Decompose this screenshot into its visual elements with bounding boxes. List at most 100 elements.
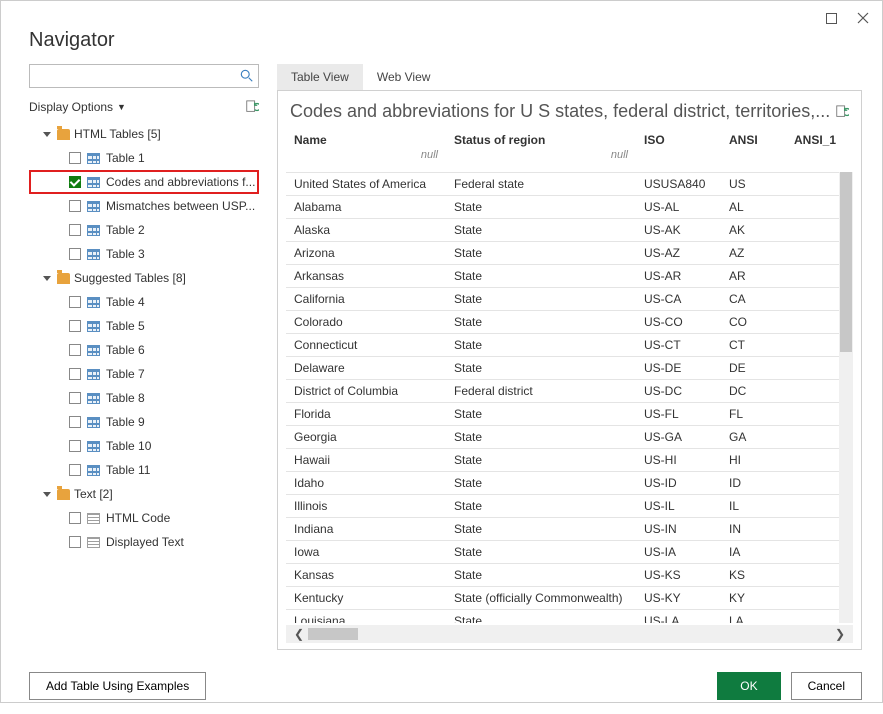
table-row[interactable]: ColoradoStateUS-COCO: [286, 310, 846, 333]
table-row[interactable]: ArkansasStateUS-ARAR: [286, 264, 846, 287]
table-cell: CT: [721, 333, 786, 356]
horizontal-scrollbar[interactable]: ❮ ❯: [286, 625, 853, 643]
tree-item[interactable]: Table 10: [29, 434, 259, 458]
tree-item[interactable]: Displayed Text: [29, 530, 259, 554]
checkbox[interactable]: [69, 440, 81, 452]
table-row[interactable]: KentuckyState (officially Commonwealth)U…: [286, 586, 846, 609]
checkbox[interactable]: [69, 248, 81, 260]
search-input[interactable]: [34, 66, 240, 86]
table-row[interactable]: GeorgiaStateUS-GAGA: [286, 425, 846, 448]
table-cell: [786, 586, 846, 609]
tab[interactable]: Web View: [363, 64, 445, 90]
column-header[interactable]: ANSI_1: [786, 128, 846, 172]
scroll-right-icon[interactable]: ❯: [831, 627, 849, 641]
table-cell: AR: [721, 264, 786, 287]
tab[interactable]: Table View: [277, 64, 363, 90]
tree-item[interactable]: Table 3: [29, 242, 259, 266]
tree-item[interactable]: Table 8: [29, 386, 259, 410]
table-cell: US-LA: [636, 609, 721, 623]
tree-item[interactable]: Table 11: [29, 458, 259, 482]
preview-refresh-icon[interactable]: [835, 105, 849, 119]
preview-tabs: Table ViewWeb View: [277, 64, 862, 90]
table-cell: [786, 356, 846, 379]
close-icon[interactable]: [856, 11, 870, 25]
table-row[interactable]: HawaiiStateUS-HIHI: [286, 448, 846, 471]
tree-item[interactable]: Mismatches between USP...: [29, 194, 259, 218]
table-row[interactable]: AlabamaStateUS-ALAL: [286, 195, 846, 218]
tree-item-label: Mismatches between USP...: [106, 199, 255, 213]
table-row[interactable]: AlaskaStateUS-AKAK: [286, 218, 846, 241]
search-input-container[interactable]: [29, 64, 259, 88]
checkbox[interactable]: [69, 296, 81, 308]
table-cell: [786, 379, 846, 402]
table-cell: Idaho: [286, 471, 446, 494]
table-cell: Federal state: [446, 172, 636, 195]
table-row[interactable]: ArizonaStateUS-AZAZ: [286, 241, 846, 264]
tree-item[interactable]: Table 4: [29, 290, 259, 314]
table-cell: CA: [721, 287, 786, 310]
table-cell: AZ: [721, 241, 786, 264]
tree-group[interactable]: Text [2]: [29, 482, 259, 506]
expand-icon: [43, 276, 51, 281]
tree-item[interactable]: Table 7: [29, 362, 259, 386]
table-cell: State: [446, 218, 636, 241]
table-row[interactable]: LouisianaStateUS-LALA: [286, 609, 846, 623]
tree-item[interactable]: Table 9: [29, 410, 259, 434]
table-row[interactable]: FloridaStateUS-FLFL: [286, 402, 846, 425]
ok-button[interactable]: OK: [717, 672, 780, 700]
checkbox[interactable]: [69, 320, 81, 332]
table-row[interactable]: United States of AmericaFederal stateUSU…: [286, 172, 846, 195]
checkbox[interactable]: [69, 416, 81, 428]
tree-item[interactable]: Codes and abbreviations f...: [29, 170, 259, 194]
table-cell: State: [446, 471, 636, 494]
scroll-left-icon[interactable]: ❮: [290, 627, 308, 641]
tree-item[interactable]: Table 1: [29, 146, 259, 170]
table-row[interactable]: IowaStateUS-IAIA: [286, 540, 846, 563]
data-table[interactable]: NamenullStatus of regionnullISOANSIANSI_…: [286, 128, 846, 623]
checkbox[interactable]: [69, 368, 81, 380]
maximize-icon[interactable]: [824, 11, 838, 25]
vertical-scrollbar[interactable]: [839, 172, 853, 623]
checkbox[interactable]: [69, 536, 81, 548]
table-icon: [87, 465, 100, 476]
tree-item[interactable]: Table 2: [29, 218, 259, 242]
table-icon: [87, 345, 100, 356]
table-icon: [87, 225, 100, 236]
table-cell: [786, 425, 846, 448]
table-row[interactable]: KansasStateUS-KSKS: [286, 563, 846, 586]
tree-item[interactable]: Table 5: [29, 314, 259, 338]
column-header[interactable]: Namenull: [286, 128, 446, 172]
table-row[interactable]: CaliforniaStateUS-CACA: [286, 287, 846, 310]
checkbox[interactable]: [69, 464, 81, 476]
cancel-button[interactable]: Cancel: [791, 672, 862, 700]
tree-item[interactable]: Table 6: [29, 338, 259, 362]
refresh-icon[interactable]: [245, 100, 259, 114]
checkbox[interactable]: [69, 344, 81, 356]
table-icon: [87, 297, 100, 308]
tree-group[interactable]: Suggested Tables [8]: [29, 266, 259, 290]
table-row[interactable]: IdahoStateUS-IDID: [286, 471, 846, 494]
add-table-using-examples-button[interactable]: Add Table Using Examples: [29, 672, 206, 700]
column-header[interactable]: ANSI: [721, 128, 786, 172]
table-cell: ID: [721, 471, 786, 494]
column-header[interactable]: ISO: [636, 128, 721, 172]
table-row[interactable]: DelawareStateUS-DEDE: [286, 356, 846, 379]
table-row[interactable]: ConnecticutStateUS-CTCT: [286, 333, 846, 356]
checkbox[interactable]: [69, 392, 81, 404]
table-row[interactable]: District of ColumbiaFederal districtUS-D…: [286, 379, 846, 402]
table-cell: Delaware: [286, 356, 446, 379]
checkbox[interactable]: [69, 200, 81, 212]
table-cell: State: [446, 333, 636, 356]
column-header[interactable]: Status of regionnull: [446, 128, 636, 172]
checkbox[interactable]: [69, 224, 81, 236]
tree-group[interactable]: HTML Tables [5]: [29, 122, 259, 146]
checkbox[interactable]: [69, 176, 81, 188]
search-icon: [240, 69, 254, 83]
display-options-dropdown[interactable]: Display Options ▼: [29, 100, 126, 114]
tree-item[interactable]: HTML Code: [29, 506, 259, 530]
table-row[interactable]: IndianaStateUS-ININ: [286, 517, 846, 540]
table-row[interactable]: IllinoisStateUS-ILIL: [286, 494, 846, 517]
checkbox[interactable]: [69, 512, 81, 524]
checkbox[interactable]: [69, 152, 81, 164]
table-cell: State: [446, 494, 636, 517]
